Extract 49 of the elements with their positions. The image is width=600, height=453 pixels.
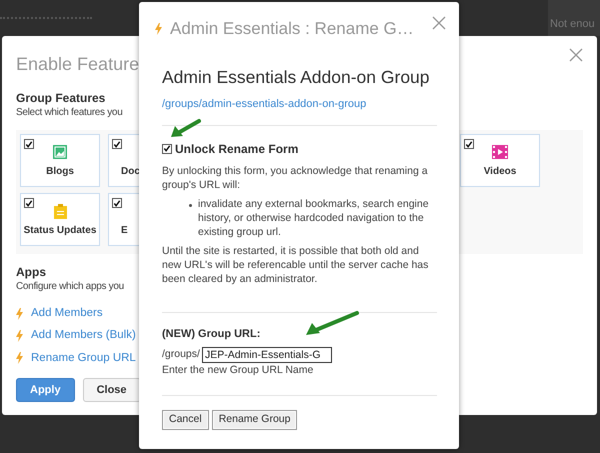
dialog-button[interactable]: Rename Group — [212, 410, 298, 430]
dialog-title: Admin Essentials : Rename G… — [170, 18, 414, 40]
section-heading: Apps — [16, 264, 46, 281]
feature-tile[interactable]: Status Updates — [20, 193, 100, 246]
close-icon[interactable] — [569, 48, 583, 62]
bullet-text: invalidate any external bookmarks, search engine history, or otherwise hardcoded navigation to the existing group url. — [198, 196, 430, 238]
dialog-button[interactable]: Close — [82, 378, 141, 402]
group-name: Admin Essentials Addon-on Group — [162, 66, 430, 88]
film-icon — [492, 145, 508, 159]
tile-label: E — [121, 224, 128, 238]
url-input[interactable]: JEP-Admin-Essentials-G — [202, 347, 332, 363]
tile-label: Blogs — [45, 165, 75, 179]
app-link[interactable]: Add Members (Bulk) — [31, 327, 136, 344]
url-prefix: /groups/ — [162, 347, 200, 362]
clipboard-icon — [54, 204, 66, 219]
note-text: Until the site is restarted, it is possible that both old and new URL's will be referencable until the server cache has been cleared by an administrator. — [162, 244, 430, 286]
tile-label: Videos — [482, 165, 518, 179]
checkbox[interactable] — [162, 144, 172, 154]
checkbox[interactable] — [464, 139, 474, 149]
checkbox-label: Unlock Rename Form — [175, 140, 298, 158]
dialog-button[interactable]: Cancel — [162, 410, 209, 430]
tile-label: Doc — [121, 165, 140, 179]
app-link[interactable]: Add Members — [31, 305, 103, 322]
warning-text: By unlocking this form, you acknowledge that renaming a group's URL will: — [162, 164, 429, 192]
section-description: Select which features you — [16, 106, 122, 120]
tile-label: Status Updates — [22, 224, 98, 238]
arrow-icon — [304, 310, 360, 338]
image-icon — [53, 145, 67, 159]
section-description: Configure which apps you — [16, 280, 124, 294]
page-text: Not enou — [550, 17, 595, 32]
lightning-icon — [155, 22, 162, 35]
close-icon[interactable] — [432, 16, 446, 30]
section-heading: Group Features — [16, 90, 106, 107]
checkbox[interactable] — [24, 139, 34, 149]
bullet-icon — [189, 204, 192, 206]
group-link[interactable]: /groups/admin-essentials-addon-on-group — [162, 96, 437, 112]
lightning-icon — [16, 330, 23, 342]
lightning-icon — [16, 352, 23, 364]
field-hint: Enter the new Group URL Name — [162, 363, 314, 378]
app-link[interactable]: Rename Group URL — [31, 350, 136, 367]
lightning-icon — [16, 308, 23, 320]
checkbox[interactable] — [24, 198, 34, 208]
arrow-icon — [169, 118, 201, 140]
field-label: (NEW) Group URL: — [162, 326, 262, 342]
feature-tile[interactable]: Videos — [460, 134, 540, 187]
checkbox[interactable] — [112, 139, 122, 149]
feature-tile[interactable]: Blogs — [20, 134, 100, 187]
checkbox[interactable] — [112, 198, 122, 208]
dialog-title: Enable Feature — [16, 53, 140, 76]
